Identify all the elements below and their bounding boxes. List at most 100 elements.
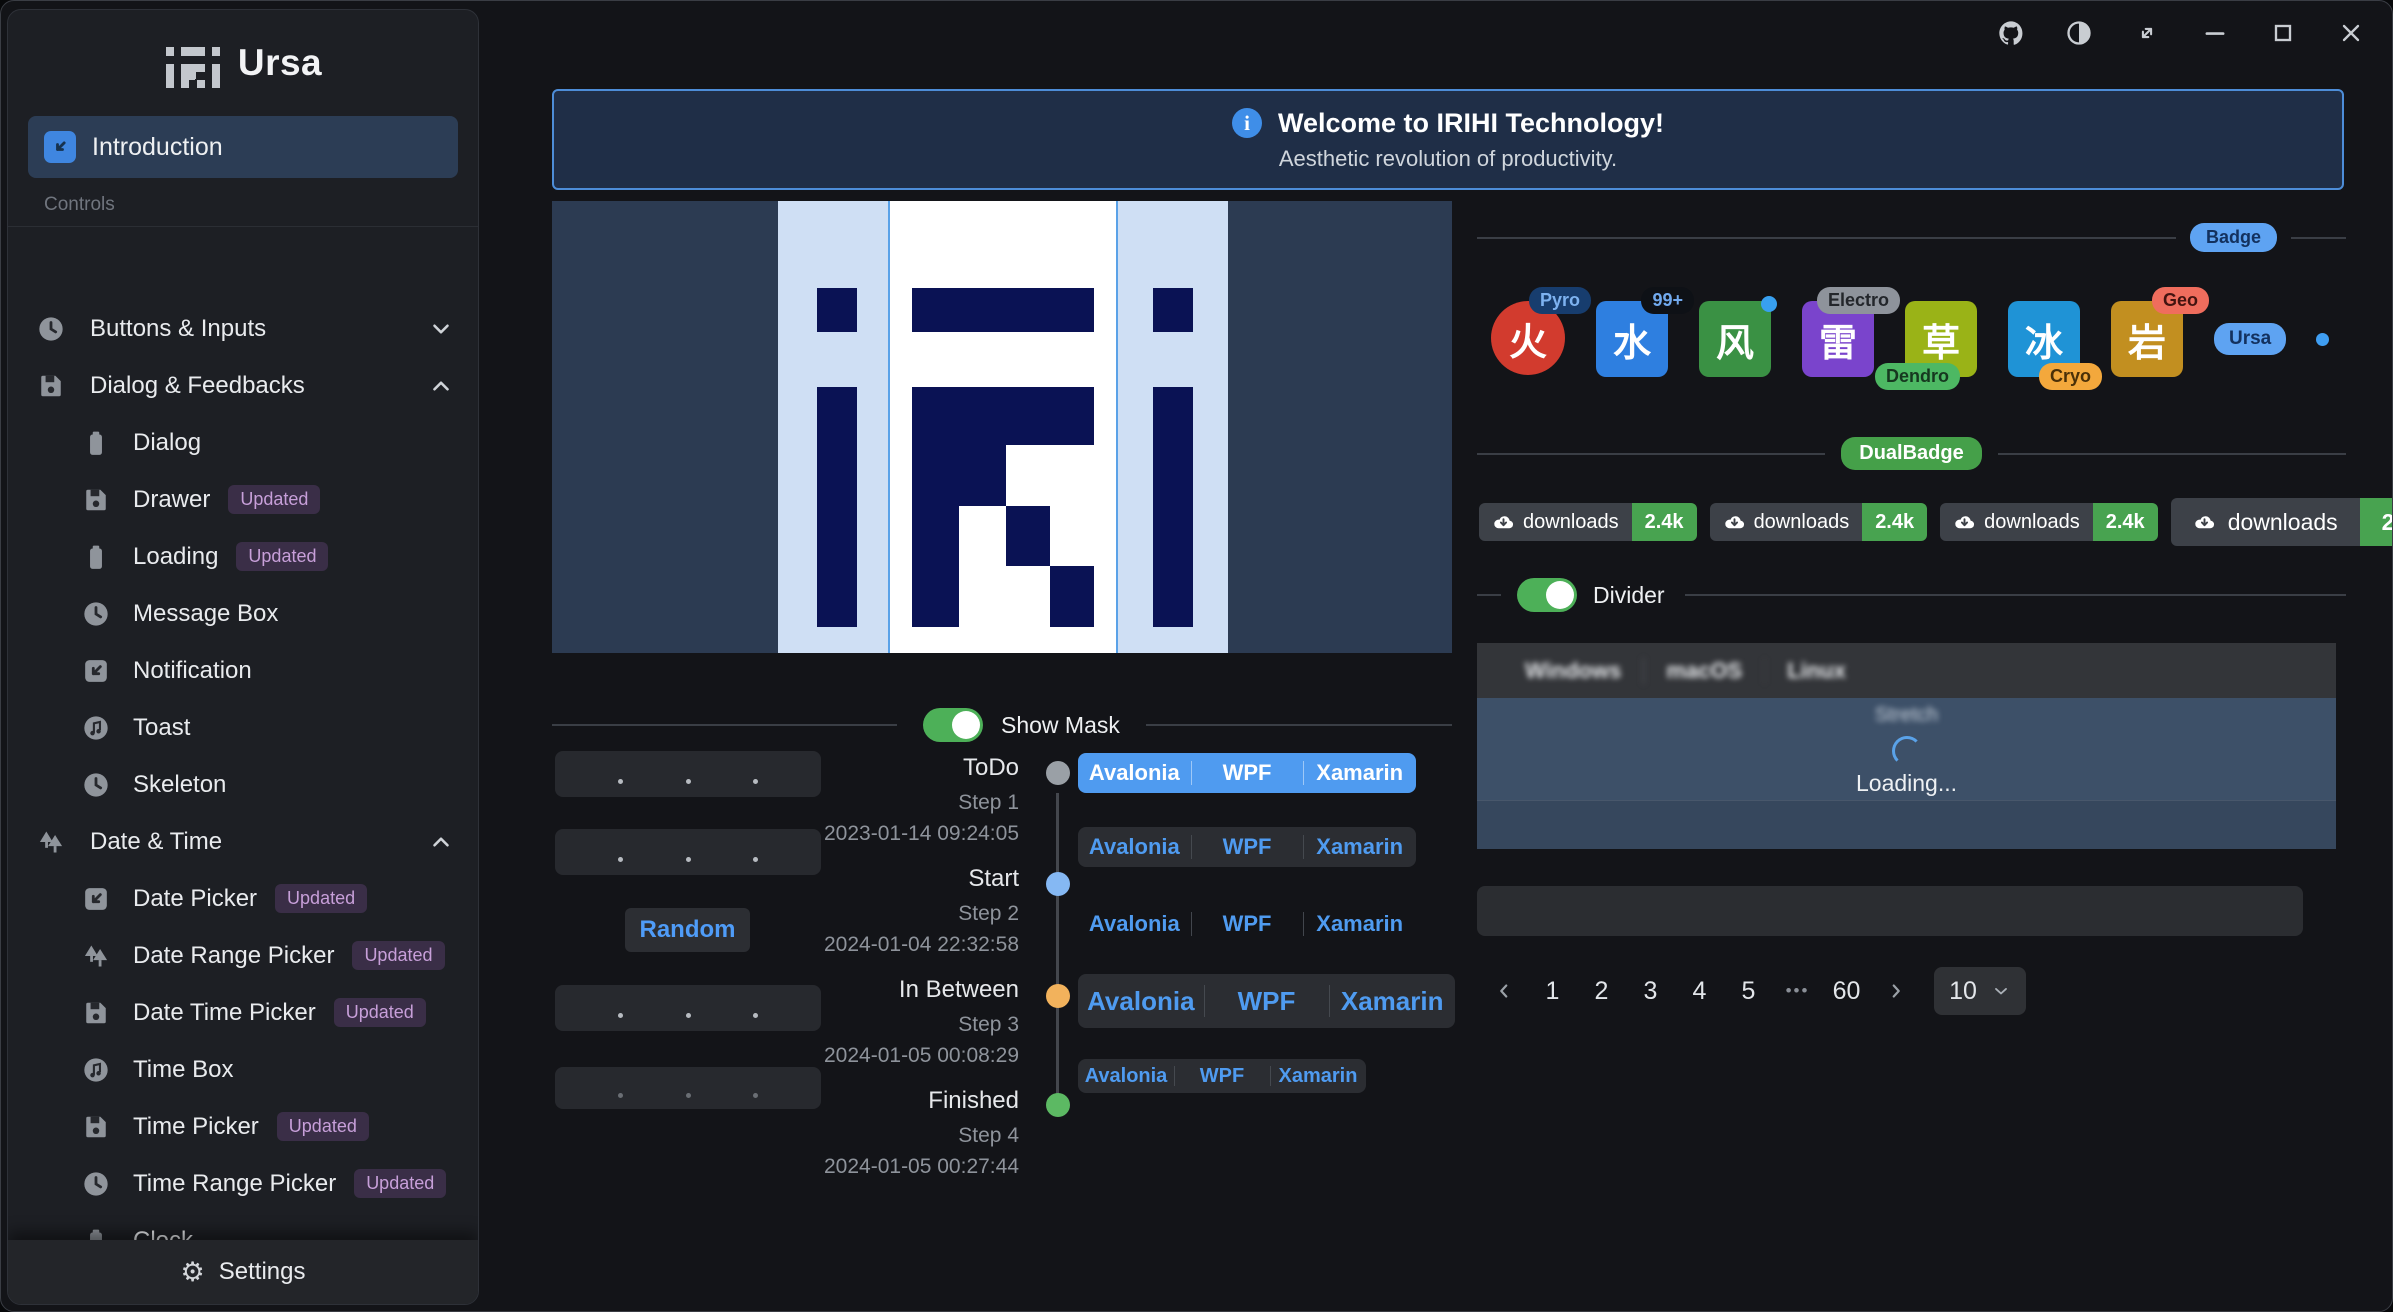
minimize-button[interactable]: [2194, 15, 2236, 51]
sidebar-item-date-range-picker[interactable]: Date Range PickerUpdated: [8, 927, 478, 984]
badge-pill-99: 99+: [1641, 287, 1694, 314]
sidebar-group-dialog-feedbacks[interactable]: Dialog & Feedbacks: [8, 357, 478, 414]
settings-label: Settings: [219, 1258, 306, 1286]
button-avalonia[interactable]: Avalonia: [1078, 753, 1191, 793]
button-avalonia[interactable]: Avalonia: [1078, 827, 1191, 867]
button-wpf[interactable]: WPF: [1204, 974, 1330, 1028]
button-xamarin[interactable]: Xamarin: [1303, 753, 1416, 793]
sidebar-item-time-picker[interactable]: Time PickerUpdated: [8, 1098, 478, 1155]
banner-title: Welcome to IRIHI Technology!: [1278, 108, 1664, 139]
expand-button[interactable]: [2126, 15, 2168, 51]
sidebar-item-time-range-picker[interactable]: Time Range PickerUpdated: [8, 1155, 478, 1212]
pagination-page-3[interactable]: 3: [1626, 967, 1675, 1015]
badge-pill-geo: Geo: [2152, 287, 2209, 314]
sidebar-item-date-picker[interactable]: Date PickerUpdated: [8, 870, 478, 927]
element-badge-4: 雷Electro: [1802, 301, 1874, 377]
button-wpf[interactable]: WPF: [1191, 753, 1304, 793]
sidebar-item-label: Dialog & Feedbacks: [90, 372, 305, 400]
chevron-down-icon: [1991, 981, 2011, 1001]
button-avalonia[interactable]: Avalonia: [1078, 904, 1191, 944]
button-wpf[interactable]: WPF: [1191, 827, 1304, 867]
tab-windows[interactable]: Windows: [1503, 658, 1643, 684]
divider-line: [1477, 594, 1501, 596]
downloads-text: downloads: [2228, 509, 2338, 536]
sidebar-item-loading[interactable]: LoadingUpdated: [8, 528, 478, 585]
sidebar-item-label: Dialog: [133, 429, 201, 457]
sidebar-item-label: Time Box: [133, 1056, 233, 1084]
sidebar-item-date-time-picker[interactable]: Date Time PickerUpdated: [8, 984, 478, 1041]
element-char: 草: [1922, 312, 1960, 367]
timeline-dot: [1046, 761, 1070, 785]
button-xamarin[interactable]: Xamarin: [1270, 1059, 1366, 1093]
tab-macos[interactable]: macOS: [1644, 658, 1764, 684]
sidebar-item-introduction[interactable]: Introduction: [28, 116, 458, 178]
sidebar-group-buttons-inputs[interactable]: Buttons & Inputs: [8, 300, 478, 357]
pagination-page-60[interactable]: 60: [1822, 967, 1871, 1015]
downloads-badge-label: downloads: [1940, 503, 2093, 541]
divider-line: [2291, 237, 2346, 239]
button-xamarin[interactable]: Xamarin: [1329, 974, 1455, 1028]
timeline-step: FinishedStep 42024-01-05 00:27:44: [641, 1087, 1019, 1179]
sidebar-item-dialog[interactable]: Dialog: [8, 414, 478, 471]
timeline-step: ToDoStep 12023-01-14 09:24:05: [641, 754, 1019, 846]
button-avalonia[interactable]: Avalonia: [1078, 1059, 1174, 1093]
pagination-page-4[interactable]: 4: [1675, 967, 1724, 1015]
pagination-next-button[interactable]: [1871, 967, 1920, 1015]
sidebar-item-drawer[interactable]: DrawerUpdated: [8, 471, 478, 528]
app-window: Ursa Introduction Controls Buttons & Inp…: [0, 0, 2393, 1312]
sidebar-item-label: Date & Time: [90, 828, 222, 856]
banner-subtitle: Aesthetic revolution of productivity.: [1279, 146, 1617, 172]
timeline-dot: [1046, 1093, 1070, 1117]
downloads-badge-value: 2.4k: [2093, 503, 2158, 541]
cloud-download-icon: [2193, 511, 2216, 534]
pagination-ellipsis[interactable]: •••: [1773, 967, 1822, 1015]
button-avalonia[interactable]: Avalonia: [1078, 974, 1204, 1028]
sidebar-item-label: Introduction: [92, 133, 223, 162]
timeline-step-label: Step 2: [641, 902, 1019, 926]
timeline-step-label: Step 3: [641, 1013, 1019, 1037]
updated-badge: Updated: [228, 485, 320, 514]
divider-toggle[interactable]: [1517, 578, 1577, 612]
tab-linux[interactable]: Linux: [1765, 658, 1868, 684]
close-button[interactable]: [2330, 15, 2372, 51]
divider-demo-row: Divider: [1477, 578, 2346, 612]
divider-line: [552, 724, 897, 726]
pagination-prev-button[interactable]: [1479, 967, 1528, 1015]
divider-line: [1477, 453, 1825, 455]
timeline-step-title: In Between: [641, 976, 1019, 1004]
sidebar-item-label: Date Range Picker: [133, 942, 334, 970]
settings-button[interactable]: ⚙ Settings: [8, 1240, 478, 1304]
timeline-dot: [1046, 984, 1070, 1008]
pagination-page-2[interactable]: 2: [1577, 967, 1626, 1015]
pagination-page-5[interactable]: 5: [1724, 967, 1773, 1015]
downloads-text: downloads: [1984, 511, 2080, 534]
github-icon: [1997, 19, 2025, 47]
show-mask-toggle[interactable]: [923, 708, 983, 742]
sidebar-item-label: Date Time Picker: [133, 999, 316, 1027]
button-xamarin[interactable]: Xamarin: [1303, 827, 1416, 867]
sidebar-item-skeleton[interactable]: Skeleton: [8, 756, 478, 813]
sidebar-item-notification[interactable]: Notification: [8, 642, 478, 699]
ursa-badge-pill: Ursa: [2214, 323, 2286, 355]
page-size-select[interactable]: 10: [1934, 967, 2026, 1015]
button-wpf[interactable]: WPF: [1174, 1059, 1270, 1093]
maximize-button[interactable]: [2262, 15, 2304, 51]
button-wpf[interactable]: WPF: [1191, 904, 1304, 944]
window-controls: [1990, 15, 2372, 51]
sidebar-item-message-box[interactable]: Message Box: [8, 585, 478, 642]
theme-toggle-button[interactable]: [2058, 15, 2100, 51]
github-button[interactable]: [1990, 15, 2032, 51]
sidebar-item-time-box[interactable]: Time Box: [8, 1041, 478, 1098]
page-size-value: 10: [1949, 977, 1977, 1006]
pagination-page-1[interactable]: 1: [1528, 967, 1577, 1015]
updated-badge: Updated: [277, 1112, 369, 1141]
loading-panel: WindowsmacOSLinux Stretch Loading...: [1477, 643, 2336, 849]
sidebar-item-toast[interactable]: Toast: [8, 699, 478, 756]
stretch-label: Stretch: [1477, 704, 2336, 727]
button-group-2: AvaloniaWPFXamarin: [1078, 827, 1416, 867]
text-input[interactable]: [1477, 886, 2303, 936]
sidebar: Ursa Introduction Controls Buttons & Inp…: [7, 9, 479, 1305]
sidebar-group-date-time[interactable]: Date & Time: [8, 813, 478, 870]
clock-icon: [80, 1168, 111, 1199]
button-xamarin[interactable]: Xamarin: [1303, 904, 1416, 944]
